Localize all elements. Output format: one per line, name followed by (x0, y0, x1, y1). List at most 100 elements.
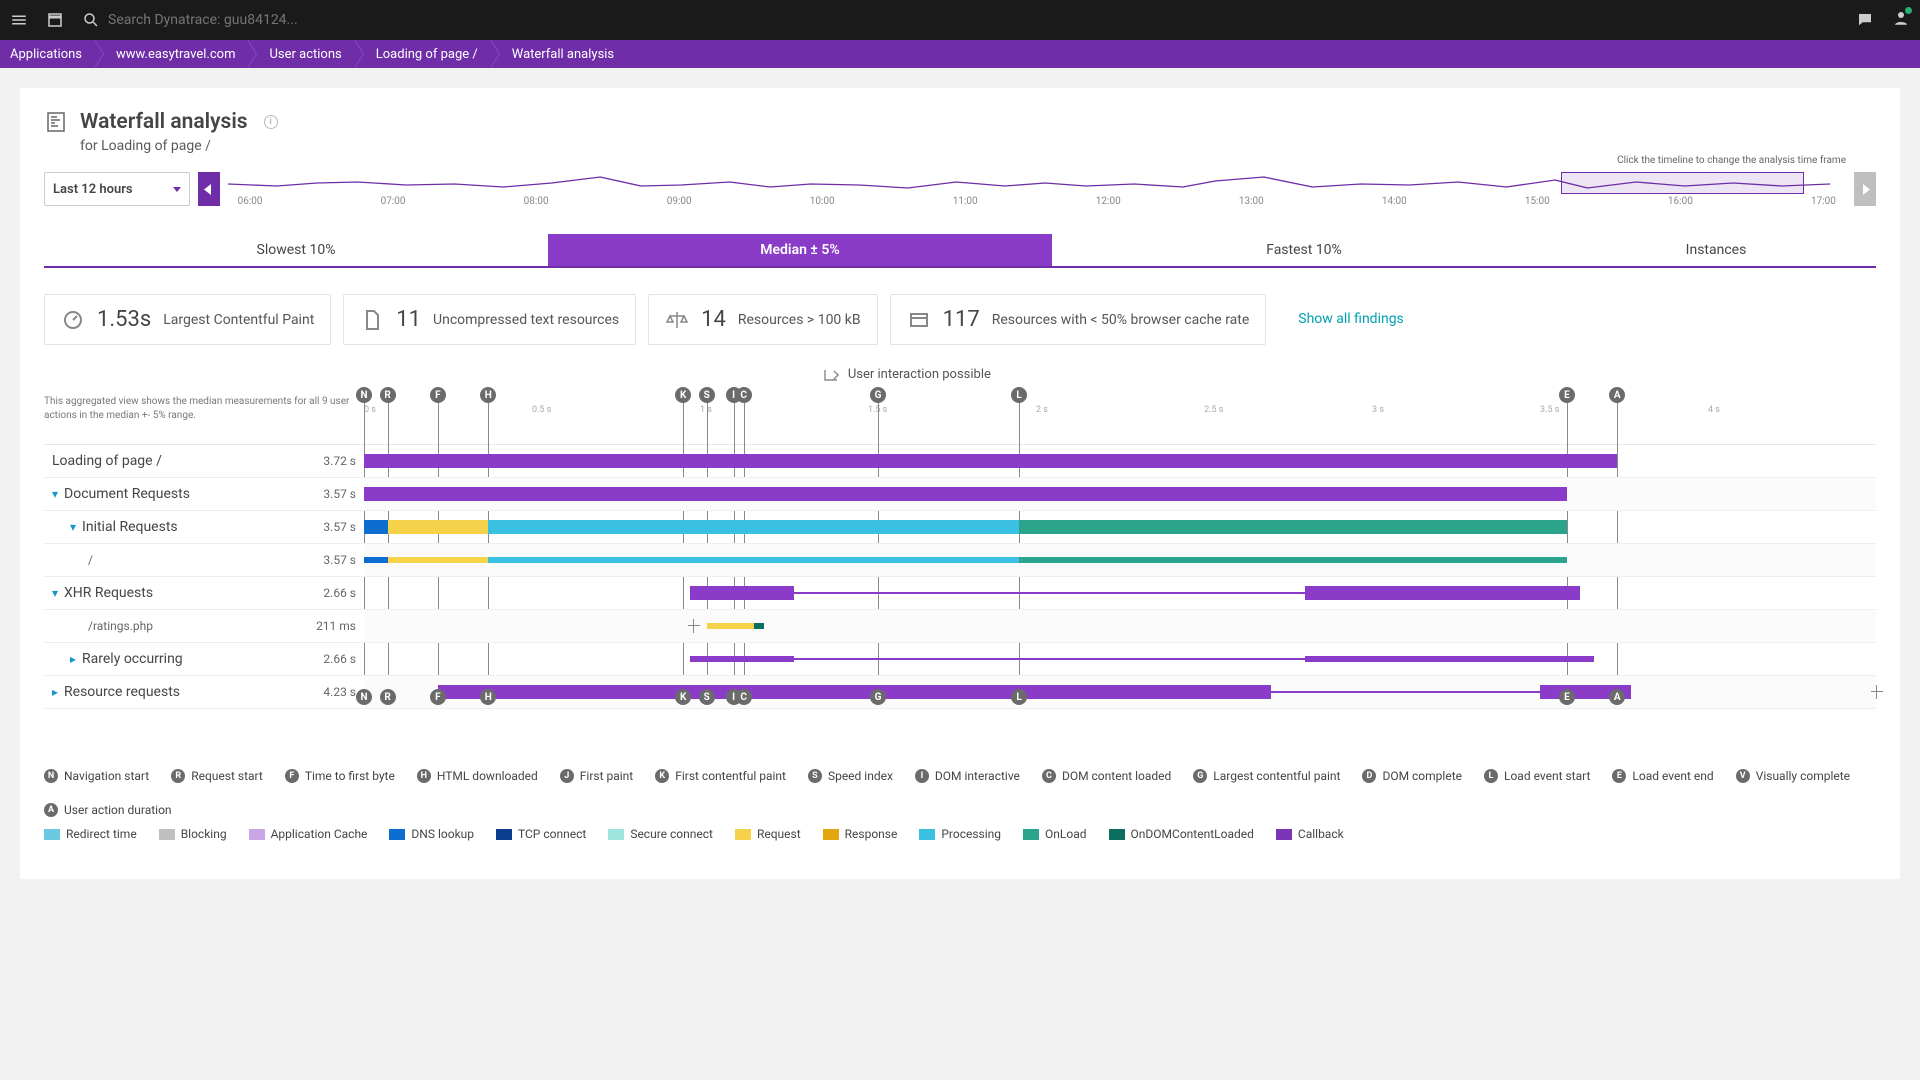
breadcrumb-item[interactable]: Applications (0, 40, 94, 68)
dashboard-icon[interactable] (46, 11, 64, 29)
breadcrumb-item[interactable]: www.easytravel.com (94, 40, 247, 68)
gauge-icon (61, 308, 85, 332)
finding-card[interactable]: 117 Resources with < 50% browser cache r… (890, 294, 1267, 345)
timeline-selection[interactable] (1561, 172, 1804, 194)
row-label: Rarely occurring (82, 651, 183, 667)
chevron-down-icon (173, 187, 181, 192)
row-value: 3.57 s (304, 553, 364, 567)
row-value: 211 ms (304, 619, 364, 633)
profile-icon[interactable] (1892, 9, 1910, 27)
legend-item: Blocking (159, 827, 227, 841)
legend-item: OnLoad (1023, 827, 1086, 841)
finding-label: Uncompressed text resources (433, 312, 619, 328)
timeline-hint: Click the timeline to change the analysi… (1617, 155, 1846, 166)
table-row[interactable]: ▸ Rarely occurring 2.66 s (44, 643, 1876, 676)
row-label: Initial Requests (82, 519, 178, 535)
waterfall-icon (44, 110, 68, 134)
chevron-right-icon[interactable]: ▸ (52, 685, 58, 699)
table-row[interactable]: ▾XHR Requests 2.66 s (44, 577, 1876, 610)
timeframe-label: Last 12 hours (53, 182, 133, 197)
tab-median-5-[interactable]: Median ± 5% (548, 234, 1052, 266)
waterfall-description: This aggregated view shows the median me… (44, 387, 364, 422)
info-icon[interactable]: i (264, 115, 278, 129)
findings-row: 1.53s Largest Contentful Paint 11 Uncomp… (44, 294, 1876, 345)
page-card: Waterfall analysis i for Loading of page… (20, 88, 1900, 879)
table-row[interactable]: ▾ Initial Requests 3.57 s (44, 511, 1876, 544)
tabs: Slowest 10%Median ± 5%Fastest 10%Instanc… (44, 234, 1876, 268)
legend-item: SSpeed index (808, 769, 893, 783)
legend-item: NNavigation start (44, 769, 149, 783)
row-value: 3.57 s (304, 487, 364, 501)
search-icon[interactable] (82, 11, 100, 29)
legend-item: ELoad event end (1612, 769, 1713, 783)
row-value: 3.57 s (304, 520, 364, 534)
show-all-findings-link[interactable]: Show all findings (1298, 310, 1404, 328)
legend-item: Callback (1276, 827, 1344, 841)
breadcrumb-item[interactable]: User actions (247, 40, 353, 68)
finding-value: 14 (701, 307, 726, 332)
legend-item: FTime to first byte (285, 769, 395, 783)
chat-icon[interactable] (1856, 11, 1874, 29)
finding-value: 1.53s (97, 307, 151, 332)
chevron-right-icon[interactable]: ▸ (70, 652, 76, 666)
color-legend: Redirect time Blocking Application Cache DN… (44, 827, 1876, 841)
timeline-prev-button[interactable] (198, 172, 220, 206)
legend-item: Secure connect (608, 827, 713, 841)
table-row[interactable]: ▾ Document Requests 3.57 s (44, 478, 1876, 511)
legend-item: DNS lookup (389, 827, 474, 841)
legend-item: VVisually complete (1736, 769, 1850, 783)
row-label: Loading of page / (52, 453, 162, 469)
table-row[interactable]: / 3.57 s (44, 544, 1876, 577)
chevron-down-icon[interactable]: ▾ (52, 586, 58, 600)
timeline-next-button (1854, 172, 1876, 206)
page-subtitle: for Loading of page / (80, 138, 1876, 154)
table-row[interactable]: /ratings.php 211 ms (44, 610, 1876, 643)
file-icon (360, 308, 384, 332)
finding-value: 11 (396, 307, 421, 332)
legend-item: Processing (919, 827, 1001, 841)
legend-item: JFirst paint (560, 769, 633, 783)
legend-item: GLargest contentful paint (1193, 769, 1340, 783)
timeline-sparkline[interactable]: Click the timeline to change the analysi… (228, 172, 1846, 206)
legend-item: CDOM content loaded (1042, 769, 1171, 783)
menu-icon[interactable] (10, 11, 28, 29)
row-label: Document Requests (64, 486, 190, 502)
page-title: Waterfall analysis (80, 110, 248, 134)
row-label: Resource requests (64, 684, 180, 700)
breadcrumb-item[interactable]: Waterfall analysis (490, 40, 626, 68)
legend-item: TCP connect (496, 827, 586, 841)
tab-slowest-10-[interactable]: Slowest 10% (44, 234, 548, 266)
row-label: XHR Requests (64, 585, 153, 601)
legend-item: IDOM interactive (915, 769, 1020, 783)
chevron-down-icon[interactable]: ▾ (70, 520, 76, 534)
row-label: / (88, 553, 93, 567)
chevron-down-icon[interactable]: ▾ (52, 487, 58, 501)
user-interaction-possible-label: User interaction possible (824, 367, 991, 382)
legend-item: DDOM complete (1362, 769, 1462, 783)
legend-item: KFirst contentful paint (655, 769, 786, 783)
marker-legend: NNavigation start RRequest start FTime to … (44, 769, 1876, 817)
tab-instances[interactable]: Instances (1556, 234, 1876, 266)
finding-card[interactable]: 14 Resources > 100 kB (648, 294, 877, 345)
table-row[interactable]: ▸ Resource requests 4.23 s (44, 676, 1876, 709)
row-value: 4.23 s (304, 685, 364, 699)
row-value: 2.66 s (304, 652, 364, 666)
legend-item: Application Cache (249, 827, 368, 841)
legend-item: RRequest start (171, 769, 263, 783)
table-row[interactable]: Loading of page / 3.72 s (44, 445, 1876, 478)
finding-value: 117 (943, 307, 980, 332)
breadcrumb-item[interactable]: Loading of page / (354, 40, 490, 68)
search-wrap (82, 11, 1838, 29)
timeframe-dropdown[interactable]: Last 12 hours (44, 172, 190, 206)
finding-card[interactable]: 11 Uncompressed text resources (343, 294, 636, 345)
row-value: 3.72 s (304, 454, 364, 468)
search-input[interactable] (108, 12, 508, 28)
legend-item: Response (823, 827, 898, 841)
tab-fastest-10-[interactable]: Fastest 10% (1052, 234, 1556, 266)
browser-icon (907, 308, 931, 332)
topbar (0, 0, 1920, 40)
legend-item: Redirect time (44, 827, 137, 841)
scale-icon (665, 308, 689, 332)
finding-card[interactable]: 1.53s Largest Contentful Paint (44, 294, 331, 345)
legend-item: LLoad event start (1484, 769, 1590, 783)
